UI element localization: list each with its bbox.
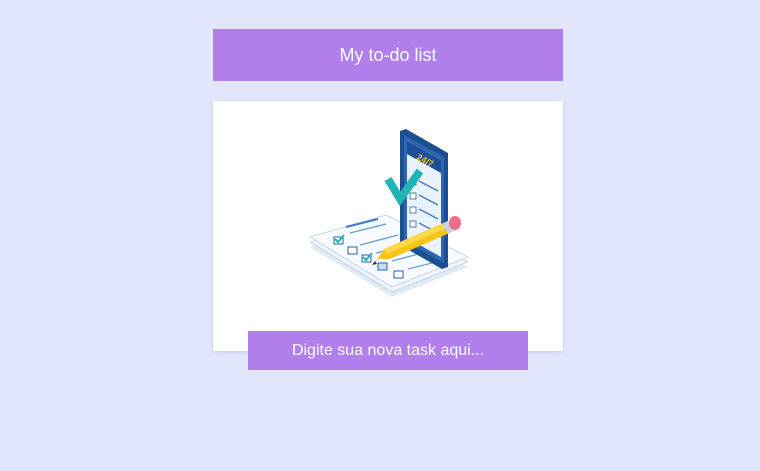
illustration-card: 24/7 [213, 101, 563, 351]
new-task-input[interactable] [248, 331, 528, 370]
page-title: My to-do list [339, 44, 437, 65]
checklist-phone-pencil-icon: 24/7 [309, 129, 468, 297]
page: My to-do list 24/7 Digite sua nova task … [0, 0, 760, 471]
app-header: My to-do list [213, 29, 563, 81]
